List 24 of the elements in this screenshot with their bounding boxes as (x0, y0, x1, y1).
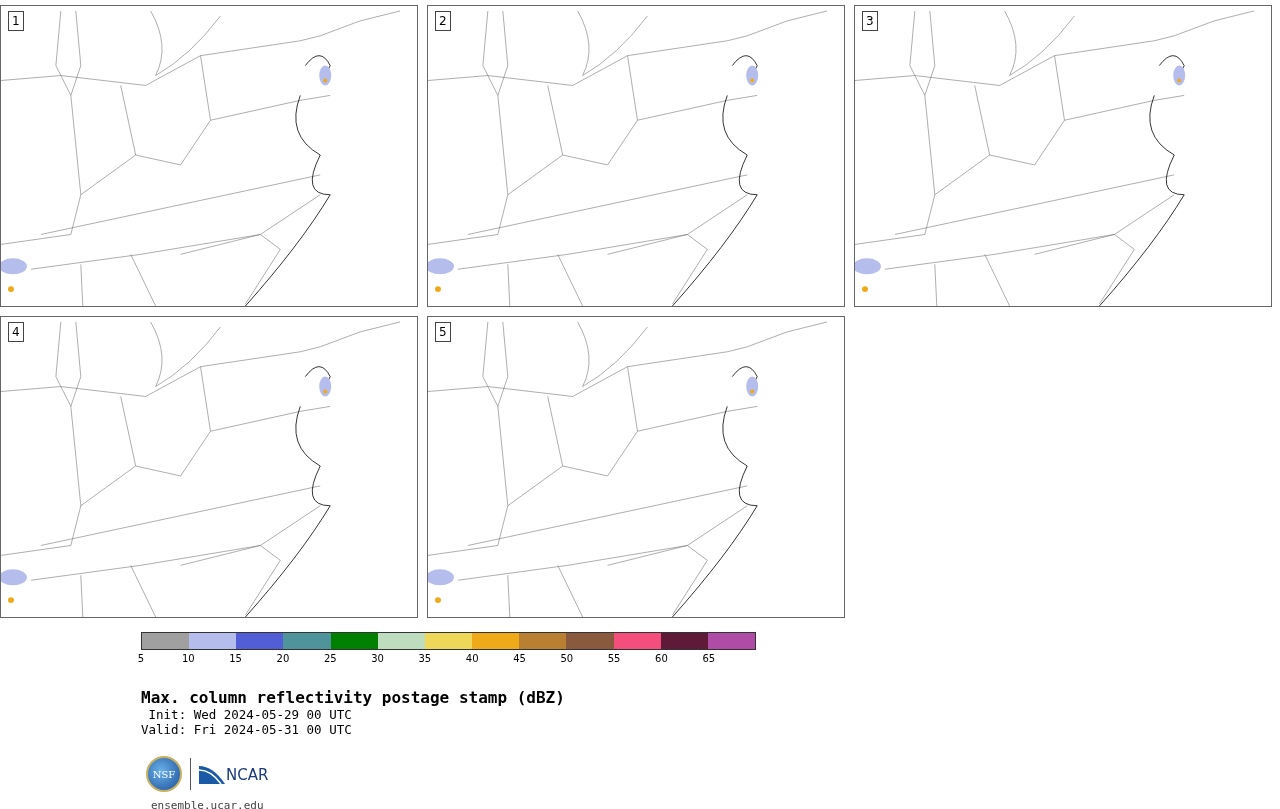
tick-label: 5 (137, 653, 145, 664)
panel-number: 1 (8, 11, 24, 31)
tick-label: 25 (323, 653, 337, 664)
tick-label: 20 (276, 653, 290, 664)
tick-label: 15 (229, 653, 242, 664)
init-time: Init: Wed 2024-05-29 00 UTC (147, 707, 353, 722)
tick-label: 55 (607, 653, 621, 664)
tick-label: 65 (702, 653, 716, 664)
valid-time: Valid: Fri 2024-05-31 00 UTC (141, 722, 353, 737)
tick-label: 10 (181, 653, 195, 664)
website-url: ensemble.ucar.edu (151, 799, 265, 809)
tick-label: 45 (513, 653, 526, 664)
tick-label: 40 (465, 653, 479, 664)
tick-label: 35 (418, 653, 432, 664)
plot-title: Max. column reflectivity postage stamp (dBZ) (141, 688, 566, 707)
panel-number: 4 (8, 322, 24, 342)
panel-number: 5 (435, 322, 451, 342)
tick-label: 60 (655, 653, 668, 664)
ncar-logo: NCAR (199, 764, 269, 784)
panel-number: 3 (862, 11, 878, 31)
nsf-logo: NSF (146, 756, 182, 792)
panel-number: 2 (435, 11, 451, 31)
tick-label: 30 (371, 653, 384, 664)
tick-label: 50 (560, 653, 574, 664)
